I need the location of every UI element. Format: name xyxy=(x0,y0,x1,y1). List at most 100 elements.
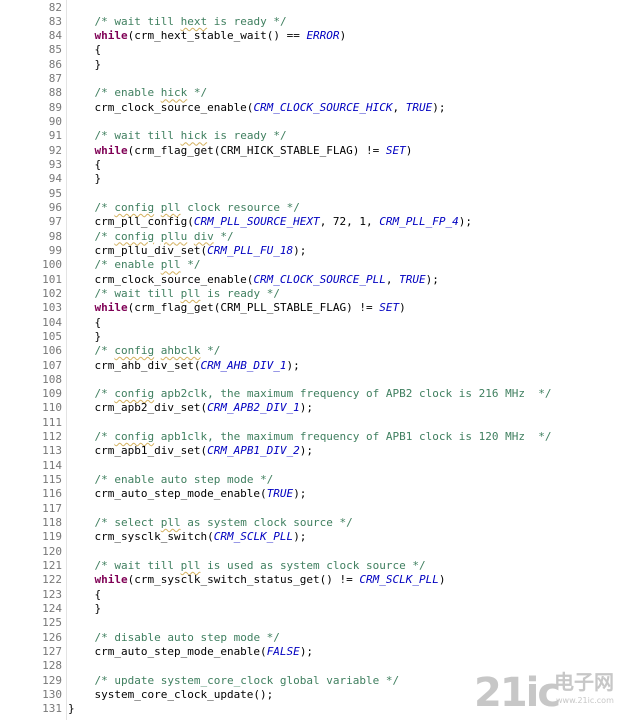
code-line[interactable]: 96 /* config pll clock resource */ xyxy=(0,201,627,215)
code-line[interactable]: 105 } xyxy=(0,330,627,344)
comment-token: /* enable xyxy=(94,258,161,272)
code-token: crm_auto_step_mode_enable( xyxy=(68,644,267,658)
code-line[interactable]: 110 crm_apb2_div_set(CRM_APB2_DIV_1); xyxy=(0,401,627,415)
line-number: 82 xyxy=(48,0,62,14)
code-line[interactable]: 124 } xyxy=(0,602,627,616)
code-token: { xyxy=(68,315,102,329)
line-code: { xyxy=(68,316,101,330)
code-line[interactable]: 86 } xyxy=(0,58,627,72)
code-line[interactable]: 98 /* config pllu div */ xyxy=(0,230,627,244)
code-token: , 72, 1, xyxy=(319,215,380,229)
comment-token: config xyxy=(114,387,155,401)
code-line[interactable]: 114 xyxy=(0,459,627,473)
line-code: /* config pllu div */ xyxy=(68,230,234,244)
comment-token: /* wait till xyxy=(94,14,181,28)
line-number: 125 xyxy=(42,616,62,630)
line-code: crm_apb2_div_set(CRM_APB2_DIV_1); xyxy=(68,401,313,415)
line-code: { xyxy=(68,158,101,172)
code-line[interactable]: 90 xyxy=(0,115,627,129)
constant-token: ERROR xyxy=(306,29,340,43)
code-line[interactable]: 84 while(crm_hext_stable_wait() == ERROR… xyxy=(0,29,627,43)
code-line[interactable]: 126 /* disable auto step mode */ xyxy=(0,631,627,645)
code-line[interactable]: 103 while(crm_flag_get(CRM_PLL_STABLE_FL… xyxy=(0,301,627,315)
code-line[interactable]: 120 xyxy=(0,545,627,559)
code-line[interactable]: 112 /* config apb1clk, the maximum frequ… xyxy=(0,430,627,444)
line-code: /* enable pll */ xyxy=(68,258,201,272)
line-number: 128 xyxy=(42,659,62,673)
comment-token: pll xyxy=(160,516,181,530)
code-line[interactable]: 127 crm_auto_step_mode_enable(FALSE); xyxy=(0,645,627,659)
comment-token: is used as system clock source */ xyxy=(200,558,426,572)
line-number: 85 xyxy=(48,43,62,57)
code-line[interactable]: 117 xyxy=(0,502,627,516)
code-line[interactable]: 89 crm_clock_source_enable(CRM_CLOCK_SOU… xyxy=(0,101,627,115)
code-line[interactable]: 91 /* wait till hick is ready */ xyxy=(0,129,627,143)
code-line[interactable]: 123 { xyxy=(0,588,627,602)
code-line[interactable]: 88 /* enable hick */ xyxy=(0,86,627,100)
comment-token: /* select xyxy=(94,516,161,530)
code-line[interactable]: 92 while(crm_flag_get(CRM_HICK_STABLE_FL… xyxy=(0,144,627,158)
code-line[interactable]: 95 xyxy=(0,187,627,201)
code-line[interactable]: 108 xyxy=(0,373,627,387)
code-line[interactable]: 125 xyxy=(0,616,627,630)
code-line[interactable]: 119 crm_sysclk_switch(CRM_SCLK_PLL); xyxy=(0,530,627,544)
code-line[interactable]: 118 /* select pll as system clock source… xyxy=(0,516,627,530)
line-number: 131 xyxy=(42,702,62,716)
comment-token: hick xyxy=(180,129,208,143)
code-line[interactable]: 82 xyxy=(0,1,627,15)
line-code: { xyxy=(68,43,101,57)
code-line[interactable]: 113 crm_apb1_div_set(CRM_APB1_DIV_2); xyxy=(0,444,627,458)
line-number: 89 xyxy=(48,100,62,114)
line-code: } xyxy=(68,172,101,186)
code-line[interactable]: 97 crm_pll_config(CRM_PLL_SOURCE_HEXT, 7… xyxy=(0,215,627,229)
code-line[interactable]: 109 /* config apb2clk, the maximum frequ… xyxy=(0,387,627,401)
code-token: ) xyxy=(438,573,446,587)
line-number: 114 xyxy=(42,458,62,472)
line-code: } xyxy=(68,330,101,344)
line-number: 130 xyxy=(42,687,62,701)
code-line[interactable]: 87 xyxy=(0,72,627,86)
comment-token: /* wait till xyxy=(94,558,181,572)
code-line[interactable]: 106 /* config ahbclk */ xyxy=(0,344,627,358)
code-line[interactable]: 115 /* enable auto step mode */ xyxy=(0,473,627,487)
line-number: 107 xyxy=(42,358,62,372)
line-number: 97 xyxy=(48,215,62,229)
code-line[interactable]: 101 crm_clock_source_enable(CRM_CLOCK_SO… xyxy=(0,273,627,287)
code-token: ); xyxy=(286,358,300,372)
code-token: } xyxy=(68,702,75,716)
code-line[interactable]: 93 { xyxy=(0,158,627,172)
code-line[interactable]: 122 while(crm_sysclk_switch_status_get()… xyxy=(0,573,627,587)
code-line[interactable]: 104 { xyxy=(0,316,627,330)
line-number: 126 xyxy=(42,630,62,644)
code-line[interactable]: 121 /* wait till pll is used as system c… xyxy=(0,559,627,573)
code-line[interactable]: 111 xyxy=(0,416,627,430)
line-number: 118 xyxy=(42,516,62,530)
code-line[interactable]: 83 /* wait till hext is ready */ xyxy=(0,15,627,29)
code-editor[interactable]: 82 83 /* wait till hext is ready */84 whi… xyxy=(0,0,627,720)
code-line[interactable]: 107 crm_ahb_div_set(CRM_AHB_DIV_1); xyxy=(0,359,627,373)
comment-token: pll xyxy=(180,286,201,300)
code-line[interactable]: 102 /* wait till pll is ready */ xyxy=(0,287,627,301)
code-line[interactable]: 116 crm_auto_step_mode_enable(TRUE); xyxy=(0,487,627,501)
comment-token: */ xyxy=(180,258,201,272)
code-line[interactable]: 94 } xyxy=(0,172,627,186)
comment-token: config xyxy=(114,200,155,214)
constant-token: TRUE xyxy=(266,487,294,501)
line-number: 99 xyxy=(48,243,62,257)
line-code: while(crm_flag_get(CRM_PLL_STABLE_FLAG) … xyxy=(68,301,406,315)
code-line[interactable]: 100 /* enable pll */ xyxy=(0,258,627,272)
line-code: while(crm_sysclk_switch_status_get() != … xyxy=(68,573,446,587)
code-line[interactable]: 85 { xyxy=(0,43,627,57)
constant-token: CRM_SCLK_PLL xyxy=(213,530,294,544)
code-line[interactable]: 99 crm_pllu_div_set(CRM_PLL_FU_18); xyxy=(0,244,627,258)
code-token: ) xyxy=(399,301,406,315)
line-number: 124 xyxy=(42,601,62,615)
code-token: system_core_clock_update(); xyxy=(68,687,274,701)
code-token: ); xyxy=(293,243,307,257)
code-token: ); xyxy=(299,401,314,415)
line-code: /* config pll clock resource */ xyxy=(68,201,300,215)
